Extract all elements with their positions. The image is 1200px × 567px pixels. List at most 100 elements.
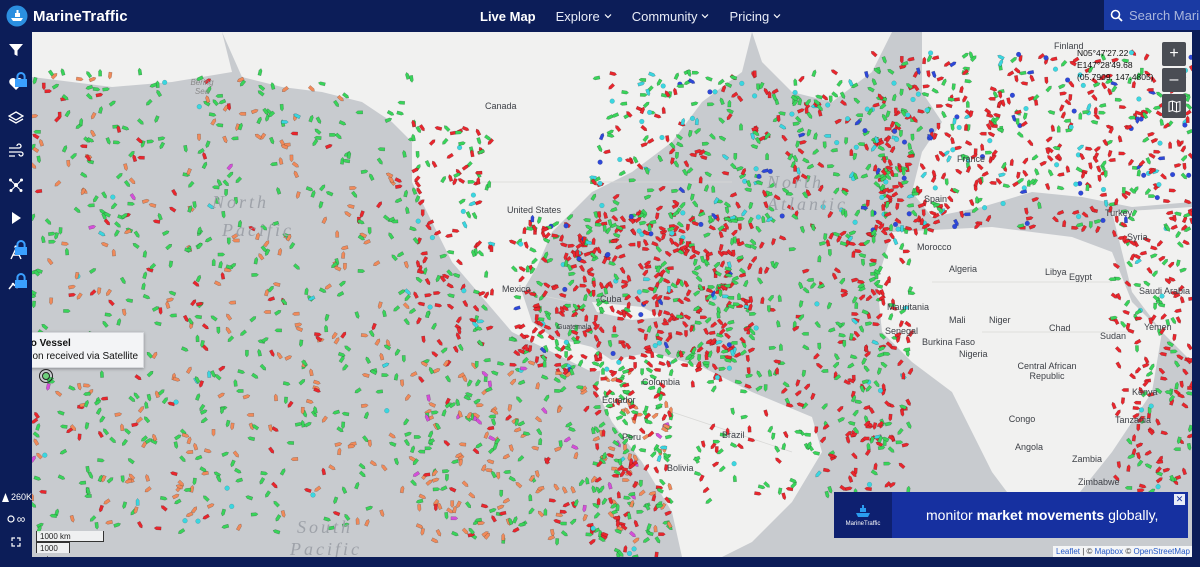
vessel-marker[interactable] <box>268 446 275 455</box>
vessel-marker[interactable] <box>609 98 615 104</box>
vessel-marker[interactable] <box>636 289 643 295</box>
vessel-marker[interactable] <box>748 201 754 210</box>
vessel-marker[interactable] <box>153 321 162 327</box>
vessel-marker[interactable] <box>202 495 210 502</box>
vessel-marker[interactable] <box>451 530 459 537</box>
vessel-marker[interactable] <box>611 214 619 222</box>
vessel-marker[interactable] <box>87 203 95 208</box>
vessel-marker[interactable] <box>515 481 523 489</box>
vessel-marker[interactable] <box>611 333 620 338</box>
vessel-marker[interactable] <box>623 495 632 500</box>
vessel-marker[interactable] <box>892 221 899 228</box>
vessel-marker[interactable] <box>751 93 758 99</box>
vessel-marker[interactable] <box>396 251 405 258</box>
vessel-marker[interactable] <box>697 354 702 362</box>
vessel-marker[interactable] <box>432 487 441 492</box>
vessel-marker[interactable] <box>435 274 442 283</box>
vessel-marker[interactable] <box>614 243 623 250</box>
vessel-marker[interactable] <box>798 300 804 309</box>
vessel-marker[interactable] <box>360 169 369 175</box>
vessel-marker[interactable] <box>410 479 417 487</box>
vessel-marker[interactable] <box>488 435 496 441</box>
vessel-marker[interactable] <box>281 120 289 124</box>
vessel-marker[interactable] <box>883 351 891 356</box>
vessel-marker[interactable] <box>801 331 809 336</box>
vessel-marker[interactable] <box>271 426 280 432</box>
vessel-marker[interactable] <box>678 186 686 194</box>
vessel-marker[interactable] <box>468 491 476 499</box>
vessel-marker[interactable] <box>173 399 179 405</box>
vessel-marker[interactable] <box>210 118 217 126</box>
vessel-marker[interactable] <box>238 111 247 116</box>
vessel-marker[interactable] <box>272 282 281 287</box>
vessel-marker[interactable] <box>847 421 856 426</box>
vessel-marker[interactable] <box>192 477 197 486</box>
vessel-marker[interactable] <box>424 293 433 298</box>
vessel-marker[interactable] <box>528 493 533 502</box>
vessel-marker[interactable] <box>190 506 198 514</box>
vessel-marker[interactable] <box>1148 403 1154 409</box>
vessel-marker[interactable] <box>44 218 52 225</box>
vessel-marker[interactable] <box>708 132 716 140</box>
vessel-marker[interactable] <box>849 354 858 360</box>
vessel-marker[interactable] <box>865 199 870 208</box>
vessel-marker[interactable] <box>718 117 726 125</box>
vessel-marker[interactable] <box>612 193 621 201</box>
vessel-marker[interactable] <box>365 505 374 511</box>
vessel-marker[interactable] <box>1064 77 1071 83</box>
vessel-marker[interactable] <box>431 477 440 483</box>
vessel-marker[interactable] <box>509 362 518 367</box>
vessel-marker[interactable] <box>208 112 217 117</box>
vessel-marker[interactable] <box>377 147 386 152</box>
vessel-marker[interactable] <box>318 201 324 209</box>
vessel-marker[interactable] <box>269 136 275 145</box>
vessel-marker[interactable] <box>124 478 133 484</box>
vessel-marker[interactable] <box>355 110 363 115</box>
vessel-marker[interactable] <box>35 452 43 460</box>
vessel-marker[interactable] <box>49 297 54 306</box>
vessel-marker[interactable] <box>659 134 665 141</box>
vessel-marker[interactable] <box>354 311 360 319</box>
vessel-marker[interactable] <box>442 469 450 474</box>
vessel-marker[interactable] <box>324 313 330 322</box>
vessel-marker[interactable] <box>293 170 300 179</box>
vessel-marker[interactable] <box>171 493 180 500</box>
vessel-marker[interactable] <box>691 200 699 209</box>
vessel-marker[interactable] <box>120 475 125 484</box>
vessel-marker[interactable] <box>169 206 177 213</box>
vessel-marker[interactable] <box>230 459 236 468</box>
vessel-marker[interactable] <box>1056 209 1065 216</box>
vessel-marker[interactable] <box>88 267 97 275</box>
vessel-marker[interactable] <box>195 334 200 343</box>
vessel-marker[interactable] <box>870 469 879 477</box>
vessel-marker[interactable] <box>275 514 282 522</box>
vessel-marker[interactable] <box>433 503 438 512</box>
vessel-marker[interactable] <box>460 208 466 215</box>
vessel-marker[interactable] <box>321 415 328 424</box>
vessel-marker[interactable] <box>748 311 757 316</box>
vessel-marker[interactable] <box>1100 186 1107 193</box>
vessel-marker[interactable] <box>853 97 861 105</box>
vessel-marker[interactable] <box>80 171 88 178</box>
vessel-marker[interactable] <box>731 91 739 99</box>
vessel-marker[interactable] <box>349 186 357 190</box>
vessel-marker[interactable] <box>286 440 295 445</box>
vessel-marker[interactable] <box>839 277 846 285</box>
vessel-marker[interactable] <box>887 158 894 167</box>
vessel-marker[interactable] <box>148 202 157 208</box>
vessel-marker[interactable] <box>664 348 672 356</box>
vessel-marker[interactable] <box>718 243 724 252</box>
vessel-marker[interactable] <box>298 378 306 386</box>
vessel-marker[interactable] <box>357 269 366 273</box>
vessel-marker[interactable] <box>897 427 904 435</box>
vessel-marker[interactable] <box>607 481 613 490</box>
vessel-marker[interactable] <box>144 486 152 493</box>
vessel-marker[interactable] <box>141 198 150 204</box>
vessel-marker[interactable] <box>364 519 370 527</box>
vessel-marker[interactable] <box>553 362 562 367</box>
vessel-marker[interactable] <box>512 526 520 533</box>
vessel-marker[interactable] <box>507 404 513 412</box>
vessel-marker[interactable] <box>927 50 934 56</box>
vessel-marker[interactable] <box>611 473 619 478</box>
vessel-marker[interactable] <box>1186 172 1192 178</box>
